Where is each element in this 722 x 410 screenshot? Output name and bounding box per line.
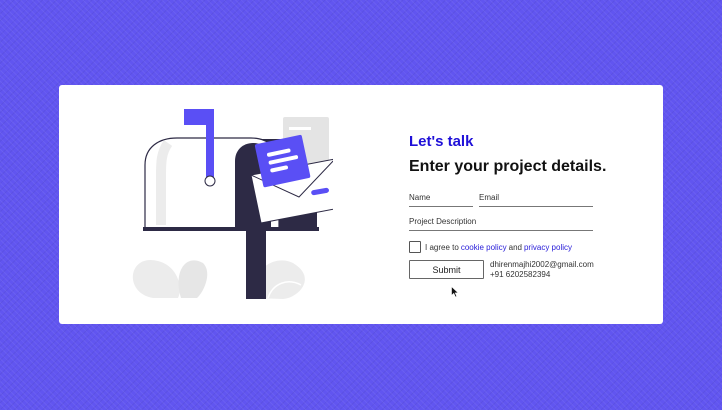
contact-card: Let's talk Enter your project details. I… — [59, 85, 663, 324]
contact-form: Let's talk Enter your project details. I… — [409, 133, 607, 280]
contact-email: dhirenmajhi2002@gmail.com — [490, 260, 594, 269]
name-email-row — [409, 191, 599, 207]
agree-checkbox[interactable] — [409, 241, 421, 253]
submit-button[interactable]: Submit — [409, 260, 484, 279]
submit-row: Submit dhirenmajhi2002@gmail.com +91 620… — [409, 260, 599, 280]
privacy-policy-link[interactable]: privacy policy — [524, 243, 572, 252]
project-description-field[interactable] — [409, 215, 593, 231]
agree-row: I agree to cookie policy and privacy pol… — [409, 241, 599, 253]
mailbox-illustration — [132, 109, 333, 299]
agree-and: and — [508, 242, 522, 252]
agree-prefix: I agree to — [425, 242, 459, 252]
mouse-pointer-icon — [451, 286, 459, 298]
contact-phone: +91 6202582394 — [490, 270, 551, 279]
contact-info: dhirenmajhi2002@gmail.com +91 6202582394 — [490, 260, 594, 280]
heading-accent: Let's talk — [409, 133, 474, 150]
page-title: Enter your project details. — [409, 158, 607, 175]
email-field[interactable] — [479, 191, 593, 207]
cookie-policy-link[interactable]: cookie policy — [461, 243, 507, 252]
name-field[interactable] — [409, 191, 473, 207]
